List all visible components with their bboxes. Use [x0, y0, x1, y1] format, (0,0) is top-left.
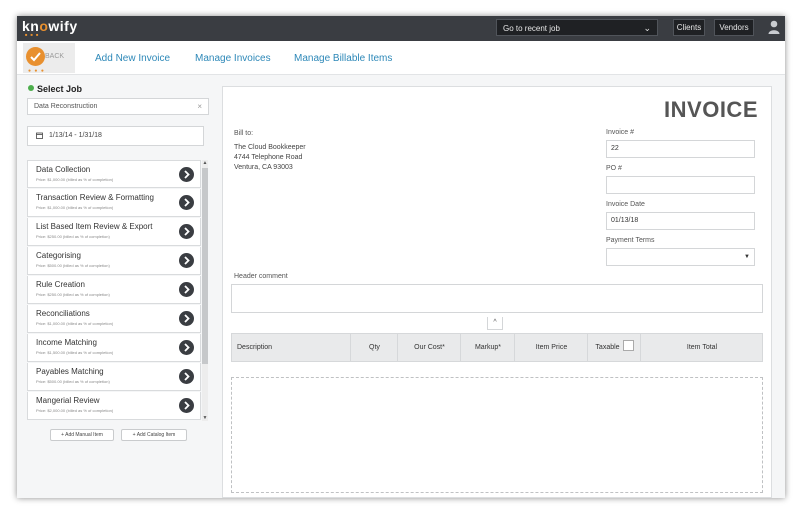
item-name: Reconciliations — [36, 309, 90, 318]
calendar-icon — [36, 132, 43, 139]
col-taxable: Taxable — [587, 334, 641, 361]
col-item-price: Item Price — [514, 334, 588, 361]
col-qty: Qty — [350, 334, 398, 361]
chevron-down-icon: ⌄ — [643, 23, 651, 33]
item-price: Price: $2,000.00 (billed as % of complet… — [36, 408, 114, 413]
job-panel: Select Job Data Reconstruction × 1/13/14… — [26, 74, 213, 498]
item-price: Price: $1,000.00 (billed as % of complet… — [36, 177, 114, 182]
invoice-date-label: Invoice Date — [606, 201, 645, 208]
item-price: Price: $1,000.00 (billed as % of complet… — [36, 321, 114, 326]
item-price: Price: $500.00 (billed as % of completio… — [36, 263, 110, 268]
add-manual-item-button[interactable]: + Add Manual Item — [50, 429, 114, 441]
list-item[interactable]: Categorising Price: $500.00 (billed as %… — [27, 247, 201, 275]
list-item[interactable]: Rule Creation Price: $250.00 (billed as … — [27, 276, 201, 304]
add-catalog-item-button[interactable]: + Add Catalog Item — [121, 429, 187, 441]
bill-to-street: 4744 Telephone Road — [234, 154, 303, 161]
list-scrollbar[interactable]: ▲ ▼ — [202, 160, 208, 421]
item-price: Price: $500.00 (billed as % of completio… — [36, 379, 110, 384]
scroll-down-icon[interactable]: ▼ — [202, 415, 208, 421]
invoice-number-field[interactable]: 22 — [606, 140, 755, 158]
col-description: Description — [237, 344, 273, 351]
payment-terms-select[interactable]: ▼ — [606, 248, 755, 266]
manage-invoices-link[interactable]: Manage Invoices — [195, 53, 271, 64]
date-range-text: 1/13/14 - 1/31/18 — [49, 132, 102, 139]
line-items-table-header: Description Qty Our Cost* Markup* Item P… — [231, 333, 763, 362]
invoice-panel: INVOICE Bill to: The Cloud Bookkeeper 47… — [222, 86, 772, 498]
col-our-cost: Our Cost* — [397, 334, 461, 361]
top-bar: knowify ■ ■ ■ Go to recent job ⌄ Clients… — [17, 16, 785, 41]
back-label: BACK — [45, 53, 65, 60]
status-dot — [28, 85, 34, 91]
arrow-right-icon[interactable] — [179, 224, 194, 239]
arrow-right-icon[interactable] — [179, 311, 194, 326]
taxable-checkbox[interactable] — [622, 340, 634, 351]
back-check-icon — [26, 47, 45, 66]
user-icon[interactable] — [768, 19, 780, 35]
manage-billable-items-link[interactable]: Manage Billable Items — [294, 53, 392, 64]
invoice-title: INVOICE — [664, 97, 758, 122]
bill-to-city: Ventura, CA 93003 — [234, 164, 293, 171]
arrow-right-icon[interactable] — [179, 369, 194, 384]
item-name: Payables Matching — [36, 367, 104, 376]
arrow-right-icon[interactable] — [179, 282, 194, 297]
item-price: Price: $1,500.00 (billed as % of complet… — [36, 350, 114, 355]
scroll-up-icon[interactable]: ▲ — [202, 160, 208, 166]
item-name: Data Collection — [36, 165, 91, 174]
po-number-field[interactable] — [606, 176, 755, 194]
billable-items-list: Data Collection Price: $1,000.00 (billed… — [27, 160, 201, 421]
close-icon[interactable]: × — [197, 99, 202, 114]
arrow-right-icon[interactable] — [179, 340, 194, 355]
job-select-value: Data Reconstruction — [34, 103, 98, 110]
chevron-down-icon: ▼ — [744, 254, 750, 260]
back-button[interactable]: BACK ● ● ● — [23, 43, 75, 74]
item-name: Categorising — [36, 251, 81, 260]
arrow-right-icon[interactable] — [179, 167, 194, 182]
app-window: knowify ■ ■ ■ Go to recent job ⌄ Clients… — [17, 16, 785, 498]
vendors-button[interactable]: Vendors — [714, 19, 754, 36]
list-item[interactable]: Payables Matching Price: $500.00 (billed… — [27, 363, 201, 391]
arrow-right-icon[interactable] — [179, 253, 194, 268]
date-range-picker[interactable]: 1/13/14 - 1/31/18 — [27, 126, 204, 146]
line-items-dropzone[interactable] — [231, 377, 763, 493]
item-price: Price: $250.00 (billed as % of completio… — [36, 234, 110, 239]
invoice-date-field[interactable]: 01/13/18 — [606, 212, 755, 230]
arrow-right-icon[interactable] — [179, 398, 194, 413]
po-number-label: PO # — [606, 165, 622, 172]
clients-button[interactable]: Clients — [673, 19, 705, 36]
recent-job-select[interactable]: Go to recent job ⌄ — [496, 19, 658, 36]
list-item[interactable]: Data Collection Price: $1,000.00 (billed… — [27, 160, 201, 188]
invoice-number-label: Invoice # — [606, 129, 635, 136]
item-price: Price: $1,000.00 (billed as % of complet… — [36, 205, 114, 210]
payment-terms-label: Payment Terms — [606, 237, 655, 244]
header-comment-field[interactable] — [231, 284, 763, 313]
col-markup: Markup* — [460, 334, 515, 361]
job-select-input[interactable]: Data Reconstruction × — [27, 98, 209, 115]
list-item[interactable]: Reconciliations Price: $1,000.00 (billed… — [27, 305, 201, 333]
list-item[interactable]: Transaction Review & Formatting Price: $… — [27, 189, 201, 217]
item-name: List Based Item Review & Export — [36, 222, 153, 231]
list-item[interactable]: Income Matching Price: $1,500.00 (billed… — [27, 334, 201, 362]
chevron-up-icon[interactable]: ^ — [487, 317, 503, 330]
recent-job-placeholder: Go to recent job — [503, 24, 560, 33]
bill-to-label: Bill to: — [234, 130, 254, 137]
arrow-right-icon[interactable] — [179, 195, 194, 210]
logo-subtext: ■ ■ ■ — [25, 32, 40, 37]
list-item[interactable]: Mangerial Review Price: $2,000.00 (bille… — [27, 392, 201, 420]
col-item-total: Item Total — [640, 334, 763, 361]
select-job-title: Select Job — [28, 84, 82, 94]
item-name: Mangerial Review — [36, 396, 100, 405]
list-item[interactable]: List Based Item Review & Export Price: $… — [27, 218, 201, 246]
add-new-invoice-link[interactable]: Add New Invoice — [95, 53, 170, 64]
item-name: Transaction Review & Formatting — [36, 193, 154, 202]
sub-nav: BACK ● ● ● Add New Invoice Manage Invoic… — [17, 41, 785, 75]
bill-to-name: The Cloud Bookkeeper — [234, 144, 306, 151]
item-name: Rule Creation — [36, 280, 85, 289]
header-comment-label: Header comment — [234, 273, 288, 280]
scrollbar-thumb[interactable] — [202, 168, 208, 364]
item-price: Price: $250.00 (billed as % of completio… — [36, 292, 110, 297]
item-name: Income Matching — [36, 338, 97, 347]
